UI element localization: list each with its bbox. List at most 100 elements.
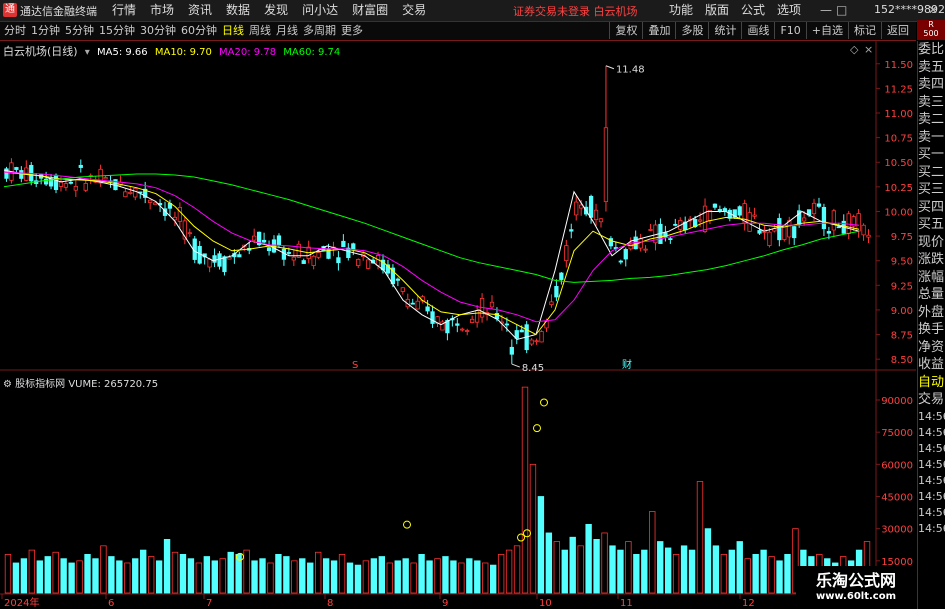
volume-bar — [155, 560, 163, 594]
volume-bar — [259, 558, 266, 594]
panel-trade[interactable]: 交易 — [918, 391, 945, 409]
volume-bar — [633, 554, 640, 594]
trade-time-1: 14:56 — [918, 425, 945, 439]
volume-bar — [68, 562, 75, 594]
candle-body — [757, 230, 762, 234]
watermark-title: 乐淘公式网 — [815, 571, 896, 590]
price-tick-label-2: 11.00 — [884, 109, 913, 120]
candle-body — [455, 323, 460, 326]
period-tab-2[interactable]: 5分钟 — [65, 23, 99, 39]
candle-body — [261, 239, 267, 243]
period-tab-3[interactable]: 15分钟 — [99, 23, 140, 39]
right-menu-item-1[interactable]: 版面 — [699, 2, 735, 19]
volume-bar — [442, 556, 449, 594]
x-tick-label-3: 8 — [327, 598, 333, 609]
candle-body — [529, 339, 534, 345]
volume-bar — [346, 562, 354, 594]
volume-bar — [267, 562, 274, 594]
volume-bar — [378, 556, 386, 594]
period-tab-7[interactable]: 周线 — [249, 23, 276, 39]
volume-bar — [728, 549, 735, 594]
right-tab[interactable]: R 500 — [917, 20, 945, 40]
period-tab-1[interactable]: 1分钟 — [31, 23, 65, 39]
candle-body — [356, 258, 361, 266]
volume-bar — [537, 496, 545, 594]
right-menu-item-3[interactable]: 选项 — [771, 2, 807, 19]
volume-bar — [657, 541, 664, 594]
menu-item-6[interactable]: 财富圈 — [345, 2, 395, 19]
period-tab-4[interactable]: 30分钟 — [140, 23, 181, 39]
volume-bar — [28, 549, 36, 594]
tool-button-4[interactable]: 画线 — [741, 22, 774, 39]
candle-body — [767, 231, 772, 246]
tool-button-8[interactable]: 返回 — [881, 22, 914, 39]
volume-bar — [577, 545, 584, 594]
menu-item-0[interactable]: 行情 — [105, 2, 143, 19]
s-mark: S — [352, 360, 358, 371]
volume-bar — [219, 558, 226, 594]
menu-item-1[interactable]: 市场 — [143, 2, 181, 19]
volume-bar — [307, 562, 314, 594]
volume-bar — [593, 538, 600, 594]
tool-button-1[interactable]: 叠加 — [642, 22, 675, 39]
candle-body — [222, 256, 227, 273]
period-tab-6[interactable]: 日线 — [222, 23, 249, 39]
menu-item-5[interactable]: 问小达 — [295, 2, 345, 19]
minimize-icon[interactable]: — — [820, 3, 832, 17]
quote-field-11: 现价 — [918, 234, 945, 250]
maximize-icon[interactable]: □ — [836, 3, 847, 17]
close-icon[interactable]: ✕ — [928, 3, 938, 17]
tool-button-2[interactable]: 多股 — [675, 22, 708, 39]
candle-body — [603, 127, 609, 203]
candle-body — [128, 191, 133, 194]
volume-bar — [641, 549, 648, 594]
candle-body — [539, 331, 544, 343]
quote-field-18: 收益 — [918, 357, 945, 372]
volume-bar — [291, 560, 298, 594]
volume-bar — [92, 558, 99, 594]
volume-bar — [426, 560, 433, 594]
tool-button-6[interactable]: +自选 — [805, 22, 848, 39]
volume-bar — [243, 549, 250, 594]
period-tab-0[interactable]: 分时 — [4, 23, 31, 39]
right-menu: 功能 版面 公式 选项 — [663, 2, 807, 19]
period-tab-9[interactable]: 多周期 — [303, 23, 341, 39]
candle-body — [465, 330, 470, 332]
title-bar: 通 通达信金融终端 行情 市场 资讯 数据 发现 问小达 财富圈 交易 证券交易未登录 白云机… — [0, 0, 945, 22]
volume-signal-marker-5 — [540, 398, 548, 407]
candle-body — [425, 306, 430, 312]
tool-button-7[interactable]: 标记 — [848, 22, 881, 39]
panel-auto[interactable]: 自动 — [918, 374, 945, 392]
menu-item-3[interactable]: 数据 — [219, 2, 257, 19]
chart-tools: 复权 叠加 多股 统计 画线 F10 +自选 标记 返回 — [609, 22, 914, 39]
menu-item-4[interactable]: 发现 — [257, 2, 295, 19]
menu-item-2[interactable]: 资讯 — [181, 2, 219, 19]
quote-field-5: 卖一 — [918, 129, 945, 145]
candle-body — [509, 346, 514, 355]
volume-bar — [116, 560, 123, 594]
menu-item-7[interactable]: 交易 — [395, 2, 433, 19]
tool-button-0[interactable]: 复权 — [609, 22, 642, 39]
volume-bar — [720, 554, 728, 594]
tool-button-3[interactable]: 统计 — [708, 22, 741, 39]
volume-bar — [283, 556, 290, 594]
trade-login-alert[interactable]: 证券交易未登录 白云机场 — [513, 3, 638, 19]
candle-body — [14, 167, 19, 170]
right-menu-item-2[interactable]: 公式 — [735, 2, 771, 19]
quote-field-1: 卖五 — [918, 59, 945, 75]
tool-button-5[interactable]: F10 — [774, 22, 805, 39]
price-chart[interactable]: 11.50 11.25 11.00 10.75 10.50 10.25 10.00 9.75 9… — [0, 41, 916, 609]
period-tab-8[interactable]: 月线 — [276, 23, 303, 39]
period-tab-5[interactable]: 60分钟 — [181, 23, 222, 39]
candle-body — [301, 260, 306, 264]
candle-body — [811, 202, 817, 215]
volume-bar — [458, 562, 465, 594]
vol-tick-label-2: 60000 — [881, 460, 913, 471]
candle-body — [534, 340, 539, 343]
right-menu-item-0[interactable]: 功能 — [663, 2, 699, 19]
volume-bar — [489, 564, 497, 594]
candle-body — [217, 253, 222, 267]
period-tab-10[interactable]: 更多 — [341, 23, 368, 39]
candle-body — [747, 212, 752, 232]
volume-bar — [664, 547, 672, 594]
